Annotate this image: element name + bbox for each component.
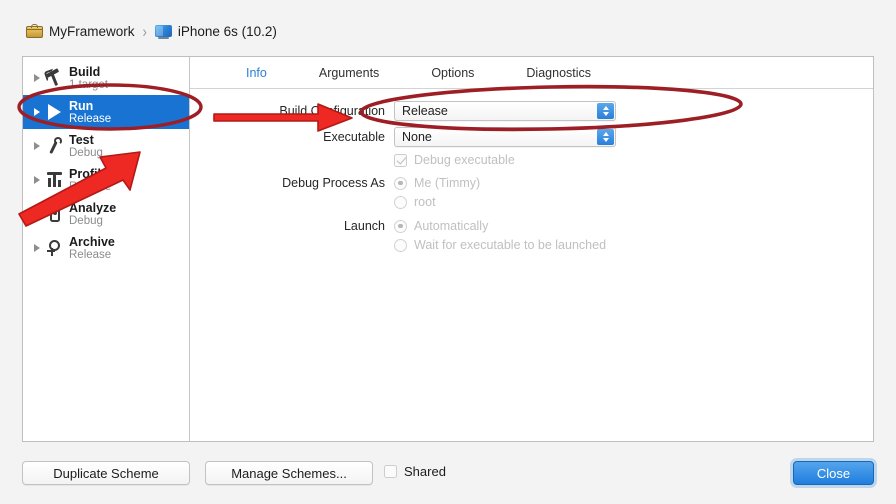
disclosure-triangle-icon[interactable] [31,176,43,184]
tab-arguments[interactable]: Arguments [293,66,405,80]
scheme-actions-sidebar: Build 1 target Run Release Test Debug Pr… [23,57,190,441]
debug-process-as-row-root: root [190,195,873,209]
launch-label: Launch [343,219,385,233]
debug-executable-row: Debug executable [190,153,873,167]
sidebar-item-run[interactable]: Run Release [23,95,189,129]
build-configuration-label: Build Configuration [279,104,385,118]
sidebar-item-title: Archive [69,234,115,249]
chevron-updown-icon[interactable] [597,103,614,119]
disclosure-triangle-icon[interactable] [31,142,43,150]
profile-icon [44,169,66,191]
sidebar-item-subtitle: Release [69,112,112,125]
executable-row: Executable None [190,127,873,147]
launch-radio-automatically[interactable]: Automatically [394,219,488,233]
disclosure-triangle-icon[interactable] [31,244,43,252]
sidebar-item-profile[interactable]: Profile Release [23,163,189,197]
radio-icon[interactable] [394,195,407,209]
sidebar-item-analyze[interactable]: Analyze Debug [23,197,189,231]
disclosure-triangle-icon[interactable] [31,74,43,82]
sidebar-item-title: Profile [69,166,108,181]
debug-executable-label: Debug executable [414,153,515,167]
tab-bar: Info Arguments Options Diagnostics [190,57,873,89]
radio-icon[interactable] [394,219,407,233]
breadcrumb-device-name[interactable]: iPhone 6s (10.2) [178,24,277,39]
sidebar-item-title: Build [69,64,101,79]
sidebar-item-subtitle: 1 target [69,78,108,91]
checkbox-icon[interactable] [394,153,407,167]
executable-popup[interactable]: None [394,127,616,147]
analyze-icon [44,203,66,225]
executable-value: None [402,130,432,144]
checkbox-icon[interactable] [384,465,397,478]
sidebar-item-subtitle: Release [69,180,112,193]
build-configuration-row: Build Configuration Release [190,101,873,121]
sidebar-item-title: Run [69,98,94,113]
launch-row-automatically: Launch Automatically [190,219,873,233]
sidebar-item-title: Analyze [69,200,117,215]
sidebar-item-subtitle: Debug [69,214,103,227]
launch-row-wait: Wait for executable to be launched [190,238,873,252]
breadcrumb-separator-icon: › [142,21,147,41]
play-icon [44,101,66,123]
scheme-content-pane: Info Arguments Options Diagnostics Build… [190,57,873,441]
debug-process-as-option-label: Me (Timmy) [414,176,481,190]
sidebar-item-subtitle: Debug [69,146,103,159]
tab-options[interactable]: Options [405,66,500,80]
debug-process-as-label: Debug Process As [282,176,385,190]
wrench-icon [44,135,66,157]
sidebar-item-subtitle: Release [69,248,112,261]
shared-checkbox[interactable]: Shared [384,464,446,479]
debug-process-as-row-me: Debug Process As Me (Timmy) [190,176,873,190]
launch-option-label: Automatically [414,219,489,233]
debug-process-as-radio-me[interactable]: Me (Timmy) [394,176,480,190]
debug-process-as-option-label: root [414,195,436,209]
build-configuration-popup[interactable]: Release [394,101,616,121]
scheme-panel: Build 1 target Run Release Test Debug Pr… [22,56,874,442]
breadcrumb: MyFramework › iPhone 6s (10.2) [26,19,277,43]
close-button[interactable]: Close [793,461,874,485]
disclosure-triangle-icon[interactable] [31,108,43,116]
executable-label: Executable [323,130,385,144]
radio-icon[interactable] [394,176,407,190]
shared-label: Shared [404,464,446,479]
build-configuration-value: Release [402,104,448,118]
launch-radio-wait[interactable]: Wait for executable to be launched [394,238,606,252]
scheme-editor-window: MyFramework › iPhone 6s (10.2) Build 1 t… [0,0,896,504]
info-form: Build Configuration Release Executable N… [190,89,873,252]
archive-icon [44,237,66,259]
sidebar-item-archive[interactable]: Archive Release [23,231,189,265]
manage-schemes-button[interactable]: Manage Schemes... [205,461,373,485]
chevron-updown-icon[interactable] [597,129,614,145]
breadcrumb-project-name[interactable]: MyFramework [49,24,135,39]
debug-executable-checkbox[interactable]: Debug executable [394,153,515,167]
tab-diagnostics[interactable]: Diagnostics [500,66,617,80]
radio-icon[interactable] [394,238,407,252]
sidebar-item-build[interactable]: Build 1 target [23,61,189,95]
simulator-icon [154,24,172,39]
disclosure-triangle-icon[interactable] [31,210,43,218]
sidebar-item-title: Test [69,132,94,147]
tab-info[interactable]: Info [220,66,293,80]
toolbox-icon [26,24,43,38]
debug-process-as-radio-root[interactable]: root [394,195,436,209]
duplicate-scheme-button[interactable]: Duplicate Scheme [22,461,190,485]
hammer-icon [43,67,66,89]
launch-option-label: Wait for executable to be launched [414,238,607,252]
sidebar-item-test[interactable]: Test Debug [23,129,189,163]
